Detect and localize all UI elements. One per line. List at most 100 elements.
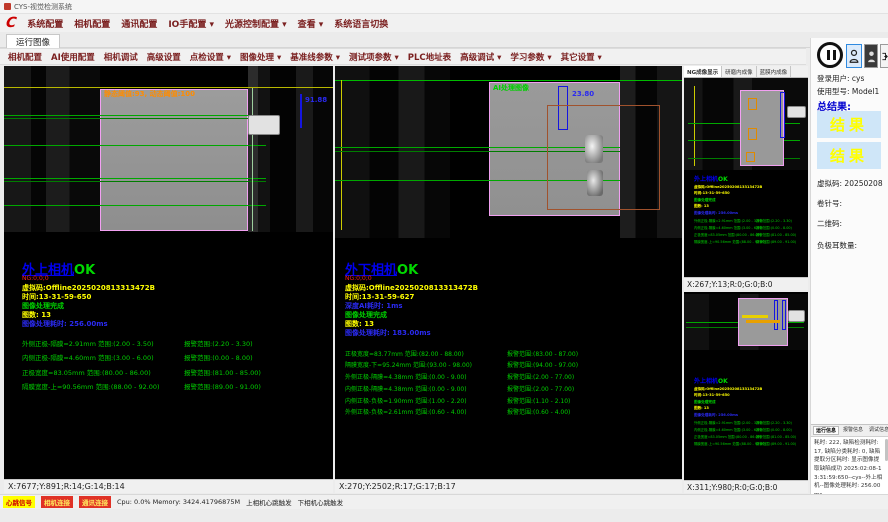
left-barcode: 虚拟码:Offline2025020813313472B: [22, 284, 155, 292]
connector-tab: [787, 106, 806, 118]
tool-ai-usage-config[interactable]: AI使用配置: [51, 51, 95, 63]
mid-measure-row: 外侧正极-隔膜=4.38mm 范围:(0.00 - 9.00)报警范围:(2.0…: [345, 372, 574, 381]
mid-barcode: 虚拟码:Offline2025020813313472B: [345, 284, 478, 292]
reflection-highlight: [587, 170, 603, 196]
window-titlebar: CYS-视觉检测系统: [0, 0, 888, 14]
menubar: C 系统配置 相机配置 通讯配置 IO手配置 ▾ 光源控制配置 ▾ 查看 ▾ 系…: [0, 14, 888, 32]
measure-marker-box: [780, 92, 785, 138]
mid-edge-measure-value: 23.80: [572, 90, 594, 98]
measure-marker-box: [782, 300, 786, 330]
mid-ai-time: 深度AI耗时: 1ms: [345, 302, 403, 310]
log-tab-run[interactable]: 运行信息: [813, 426, 839, 435]
tool-other-settings[interactable]: 其它设置 ▾: [561, 51, 602, 63]
menu-light-config[interactable]: 光源控制配置 ▾: [225, 17, 287, 30]
left-pixel-statusbar: X:7677;Y:891;R:14;G:14;B:14: [4, 479, 333, 493]
mid-measure-row: 内侧正极-隔膜=4.38mm 范围:(0.00 - 9.00)报警范围:(2.0…: [345, 384, 574, 393]
barcode-label: 虚拟码: 20250208: [817, 178, 883, 189]
mini-bottom-camera-view[interactable]: [684, 294, 808, 350]
result-display-lower: 结果: [817, 142, 881, 169]
mid-elapsed: 图像处理耗时: 183.00ms: [345, 329, 431, 337]
tool-plc-address[interactable]: PLC地址表: [408, 51, 451, 63]
log-tab-alarm[interactable]: 报警信息: [841, 426, 865, 435]
tool-camera-debug[interactable]: 相机调试: [104, 51, 138, 63]
upper-camera-trigger: 上相机心跳触发: [246, 497, 292, 507]
mini-bottom-overlay-text: 外上相机OK 虚拟码:Offline2025020813313472B 时间:1…: [694, 376, 796, 446]
left-done: 图像处理完成: [22, 302, 64, 310]
tool-advanced-setting[interactable]: 高级设置: [147, 51, 181, 63]
person-icon: [867, 49, 876, 64]
exit-button[interactable]: [880, 44, 888, 68]
menu-language-switch[interactable]: 系统语言切换: [334, 17, 388, 30]
lower-camera-trigger: 下相机心跳触发: [298, 497, 344, 507]
tool-advanced-debug[interactable]: 高级调试 ▾: [460, 51, 501, 63]
mini-bottom-pixel-statusbar: X:311;Y:980;R:0;G:0;B:0: [684, 480, 808, 493]
electrode-region: [100, 89, 248, 231]
measure-marker-box: [774, 300, 778, 330]
qrcode-label: 二维码:: [817, 218, 842, 229]
needle-number-label: 卷针号:: [817, 198, 842, 209]
log-tab-debug[interactable]: 调试信息: [867, 426, 888, 435]
reflection-highlight: [585, 135, 603, 163]
mini-top-tabs: NG成像显示 研磨内成像 蓝膜内成像: [684, 66, 808, 78]
mini-top-panel: NG成像显示 研磨内成像 蓝膜内成像 外上相机OK 虚拟码:Offline202…: [684, 66, 808, 290]
menu-camera-config[interactable]: 相机配置: [74, 17, 110, 30]
mid-frames: 图数: 13: [345, 320, 374, 328]
tool-learn-params[interactable]: 学习参数 ▾: [510, 51, 551, 63]
pause-button[interactable]: [817, 42, 843, 68]
baseline-yellow-line: [4, 87, 333, 88]
mid-pixel-statusbar: X:270;Y:2502;R:17;G:17;B:17: [335, 479, 682, 493]
logout-door-icon: [881, 49, 888, 64]
window-title: CYS-视觉检测系统: [14, 2, 72, 12]
mid-ng-line: NG:0;0;0: [345, 276, 372, 283]
menu-io-config[interactable]: IO手配置 ▾: [168, 17, 214, 30]
mid-ai-label: AI处理图像: [493, 84, 529, 92]
left-ng-line: NG:0;0;0: [22, 276, 49, 283]
mid-measure-row: 隔膜宽度-下=95.24mm 范围:(93.00 - 98.00)报警范围:(9…: [345, 360, 578, 369]
mini-tab-ng-view[interactable]: NG成像显示: [684, 66, 722, 77]
tab-run-image[interactable]: 运行图像: [6, 34, 60, 48]
comm-link-badge: 通讯连接: [79, 496, 111, 508]
menu-system-config[interactable]: 系统配置: [27, 17, 63, 30]
login-user-value: cys: [852, 74, 864, 83]
roi-brown-box: [547, 105, 660, 210]
log-text: 耗时: 222, 缺陷检测耗时: 17, 缺陷分类耗时: 0, 缺陷提取分区耗时…: [811, 437, 888, 502]
menu-comm-config[interactable]: 通讯配置: [121, 17, 157, 30]
heartbeat-badge: 心跳信号: [3, 496, 35, 508]
tool-camera-config[interactable]: 相机配置: [8, 51, 42, 63]
measure-marker-line: [300, 94, 302, 128]
defect-box: [748, 128, 757, 140]
tool-image-process[interactable]: 图像处理 ▾: [240, 51, 281, 63]
operator-mode-button[interactable]: [846, 44, 862, 68]
mini-top-overlay-text: 外上相机OK 虚拟码:Offline2025020813313472B 时间:1…: [694, 174, 796, 244]
connector-tab: [788, 310, 805, 322]
defect-box: [746, 152, 755, 162]
tool-test-params[interactable]: 测试项参数 ▾: [349, 51, 399, 63]
left-measure-row: 正极宽度=83.05mm 范围:(80.00 - 86.00)报警范围:(81.…: [22, 367, 261, 377]
engineer-mode-button[interactable]: [864, 44, 878, 68]
left-time: 时间:13-31-59-650: [22, 293, 91, 301]
left-measure-row: 外侧正极-隔膜=2.91mm 范围:(2.00 - 3.50)报警范围:(2.2…: [22, 338, 253, 348]
result-display-upper: 结果: [817, 111, 881, 138]
tool-spot-check[interactable]: 点检设置 ▾: [190, 51, 231, 63]
defect-box: [748, 98, 757, 110]
mini-top-camera-view[interactable]: [684, 78, 808, 170]
menu-view[interactable]: 查看 ▾: [298, 17, 324, 30]
mid-camera-view[interactable]: 23.80 AI处理图像: [335, 66, 682, 238]
left-measure-row: 内侧正极-隔膜=4.60mm 范围:(3.00 - 6.00)报警范围:(0.0…: [22, 352, 253, 362]
mini-tab-inner-view-1[interactable]: 研磨内成像: [722, 66, 757, 77]
cpu-memory-text: Cpu: 0.0% Memory: 3424.41796875M: [117, 498, 240, 506]
tool-baseline-params[interactable]: 基准线参数 ▾: [290, 51, 340, 63]
mini-tab-inner-view-2[interactable]: 蓝膜内成像: [757, 66, 792, 77]
mini-top-pixel-statusbar: X:267;Y:13;R:0;G:0;B:0: [684, 277, 808, 290]
highlight-mark: [742, 315, 768, 318]
mid-camera-panel: 23.80 AI处理图像 外下相机OK NG:0;0;0 虚拟码:Offline…: [335, 66, 682, 493]
camera-link-badge: 相机连接: [41, 496, 73, 508]
connector-tab: [248, 115, 280, 135]
login-user-label: 登录用户: cys: [817, 73, 864, 84]
log-area: 运行信息 报警信息 调试信息 耗时: 222, 缺陷检测耗时: 17, 缺陷分类…: [811, 424, 888, 494]
left-camera-view[interactable]: 91.88 静态阈值:93, 动态阈值:100: [4, 66, 333, 232]
left-threshold-label: 静态阈值:93, 动态阈值:100: [104, 90, 195, 98]
left-camera-panel: 91.88 静态阈值:93, 动态阈值:100 外上相机OK NG:0;0;0 …: [4, 66, 333, 493]
barcode-value: 20250208: [844, 179, 882, 188]
toolbar: 相机配置 AI使用配置 相机调试 高级设置 点检设置 ▾ 图像处理 ▾ 基准线参…: [0, 48, 806, 65]
